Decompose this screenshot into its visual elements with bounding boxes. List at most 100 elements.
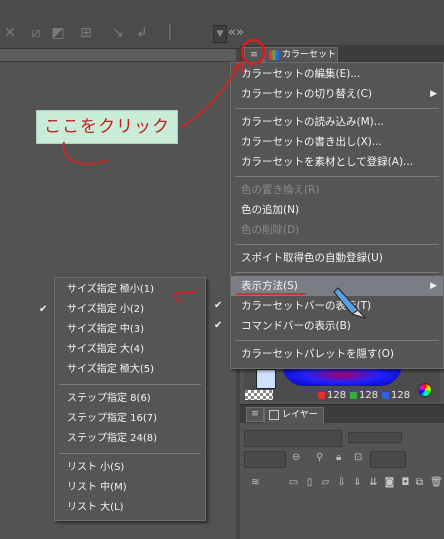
menu-item-label: カラーセットバーの表示(T): [241, 300, 372, 312]
menu-item-label: カラーセットの切り替え(C): [241, 88, 373, 100]
menu-item-8[interactable]: ステップ指定 24(8): [55, 429, 205, 449]
mask-icon[interactable]: ◙: [384, 477, 395, 488]
color-set-menu-button[interactable]: ≡: [244, 47, 264, 63]
fill-icon[interactable]: ◩: [50, 25, 66, 41]
menu-item-3[interactable]: サイズ指定 大(4): [55, 340, 205, 360]
rgb-channel-swatch: [382, 391, 389, 399]
menu-item-1[interactable]: サイズ指定 小(2) ✔: [39, 300, 205, 320]
menu-item-label: リスト 中(M): [67, 482, 127, 493]
transparent-color-swatch[interactable]: [245, 390, 273, 400]
menu-item-12[interactable]: リスト 大(L): [55, 498, 205, 518]
menu-item-10[interactable]: リスト 小(S): [55, 458, 205, 478]
menu-item-label: 色の置き換え(R): [241, 184, 320, 196]
menu-item-13[interactable]: 表示方法(S) ▶: [231, 276, 443, 296]
rgb-value-2: 128: [382, 390, 410, 401]
check-icon: ✔: [214, 320, 223, 331]
menu-item-label: 表示方法(S): [241, 280, 298, 292]
opacity-slider[interactable]: [348, 432, 402, 443]
toolbar-dropdown-button[interactable]: ▼: [213, 25, 227, 43]
menu-item-5[interactable]: カラーセットを素材として登録(A)...: [231, 152, 443, 172]
menu-item-label: 色の追加(N): [241, 204, 300, 216]
tab-color-set-label: カラーセット: [282, 50, 337, 60]
duplicate-icon[interactable]: ⧉: [414, 477, 425, 488]
menu-item-4[interactable]: サイズ指定 極大(5): [55, 360, 205, 380]
apply-mask-icon[interactable]: ◘: [400, 477, 411, 488]
menu-item-14[interactable]: カラーセットバーの表示(T) ✔: [214, 296, 443, 316]
layer-color-select[interactable]: [244, 451, 286, 468]
menu-item-label: サイズ指定 小(2): [67, 304, 145, 315]
merge-down-icon[interactable]: ⇓: [352, 477, 363, 488]
layer-menu-button[interactable]: ≡: [246, 407, 264, 422]
rgb-value-label: 128: [391, 390, 411, 401]
ruler: [0, 49, 236, 62]
menu-item-label: 色の削除(D): [241, 224, 300, 236]
annotation-text: ここをクリック: [44, 117, 170, 137]
tab-layer[interactable]: レイヤー: [264, 407, 324, 423]
new-folder-icon[interactable]: ▱: [320, 477, 331, 488]
layer-icon: [269, 410, 279, 420]
tab-layer-label: レイヤー: [282, 410, 318, 420]
menu-item-label: カラーセットの編集(E)...: [241, 68, 361, 80]
close-icon[interactable]: ✕: [2, 25, 18, 41]
menu-item-label: ステップ指定 8(6): [67, 393, 151, 404]
menu-item-label: コマンドバーの表示(B): [241, 320, 351, 332]
menu-separator: [235, 272, 439, 273]
menu-separator: [235, 340, 439, 341]
pen-icon[interactable]: │: [162, 25, 178, 41]
color-mode-icon[interactable]: [418, 383, 432, 397]
submenu-arrow-icon: ▶: [430, 89, 437, 99]
menu-separator: [235, 176, 439, 177]
clipping-icon[interactable]: ⊖: [292, 452, 300, 463]
rgb-channel-swatch: [318, 391, 325, 399]
rgb-value-label: 128: [359, 390, 379, 401]
menu-item-0[interactable]: カラーセットの編集(E)...: [231, 64, 443, 84]
menu-item-7[interactable]: ステップ指定 16(7): [55, 409, 205, 429]
menu-item-6[interactable]: ステップ指定 8(6): [55, 389, 205, 409]
tab-color-set[interactable]: カラーセット: [264, 47, 338, 63]
layer-option-select[interactable]: [370, 451, 406, 468]
blend-mode-select[interactable]: [244, 430, 342, 447]
menu-item-label: カラーセットを素材として登録(A)...: [241, 156, 414, 168]
menu-separator: [235, 244, 439, 245]
menu-item-label: スポイト取得色の自動登録(U): [241, 252, 383, 264]
menu-item-15[interactable]: コマンドバーの表示(B) ✔: [214, 316, 443, 336]
menu-item-2[interactable]: サイズ指定 中(3): [55, 320, 205, 340]
menu-separator: [59, 453, 201, 454]
check-icon: ✔: [214, 300, 223, 311]
curve-tool-icon[interactable]: ↲: [134, 25, 150, 41]
select-frame-icon[interactable]: ⊞: [78, 25, 94, 41]
check-icon: ✔: [39, 304, 48, 315]
trash-icon[interactable]: 🗑︎: [430, 477, 443, 488]
menu-item-8[interactable]: 色の追加(N): [231, 200, 443, 220]
collapse-panels-icon[interactable]: «»: [228, 25, 244, 40]
rgb-channel-swatch: [350, 391, 357, 399]
new-raster-layer-icon[interactable]: ▭: [288, 477, 299, 488]
lock-alpha-icon[interactable]: ⊡: [354, 452, 362, 463]
line-tool-icon[interactable]: ↘: [110, 25, 126, 41]
menu-item-11[interactable]: スポイト取得色の自動登録(U): [231, 248, 443, 268]
menu-item-7[interactable]: 色の置き換え(R): [231, 180, 443, 200]
menu-item-3[interactable]: カラーセットの読み込み(M)...: [231, 112, 443, 132]
menu-item-label: サイズ指定 大(4): [67, 344, 145, 355]
rgb-value-0: 128: [318, 390, 346, 401]
menu-item-9[interactable]: 色の削除(D): [231, 220, 443, 240]
current-color-swatch[interactable]: [256, 369, 276, 389]
menu-item-11[interactable]: リスト 中(M): [55, 478, 205, 498]
menu-item-label: カラーセットの読み込み(M)...: [241, 116, 384, 128]
menu-item-1[interactable]: カラーセットの切り替え(C) ▶: [231, 84, 443, 104]
lock-icon[interactable]: 🔒︎: [336, 452, 341, 463]
transfer-icon[interactable]: ⇩: [336, 477, 347, 488]
menu-item-label: ステップ指定 16(7): [67, 413, 158, 424]
menu-item-17[interactable]: カラーセットパレットを隠す(O): [231, 344, 443, 364]
color-set-icon: [269, 50, 279, 60]
combine-icon[interactable]: ⇊: [368, 477, 379, 488]
menu-item-0[interactable]: サイズ指定 極小(1): [55, 280, 205, 300]
color-set-context-menu: カラーセットの編集(E)... カラーセットの切り替え(C) ▶ カラーセットの読み込…: [214, 62, 444, 369]
menu-item-label: サイズ指定 極大(5): [67, 364, 155, 375]
menu-item-4[interactable]: カラーセットの書き出し(X)...: [231, 132, 443, 152]
menu-item-label: カラーセットパレットを隠す(O): [241, 348, 394, 360]
reference-icon[interactable]: ⚲: [316, 452, 323, 463]
layer-list-icon[interactable]: ≋: [250, 477, 261, 488]
clear-selection-icon[interactable]: ⧄: [28, 25, 44, 41]
new-vector-layer-icon[interactable]: ▯: [304, 477, 315, 488]
